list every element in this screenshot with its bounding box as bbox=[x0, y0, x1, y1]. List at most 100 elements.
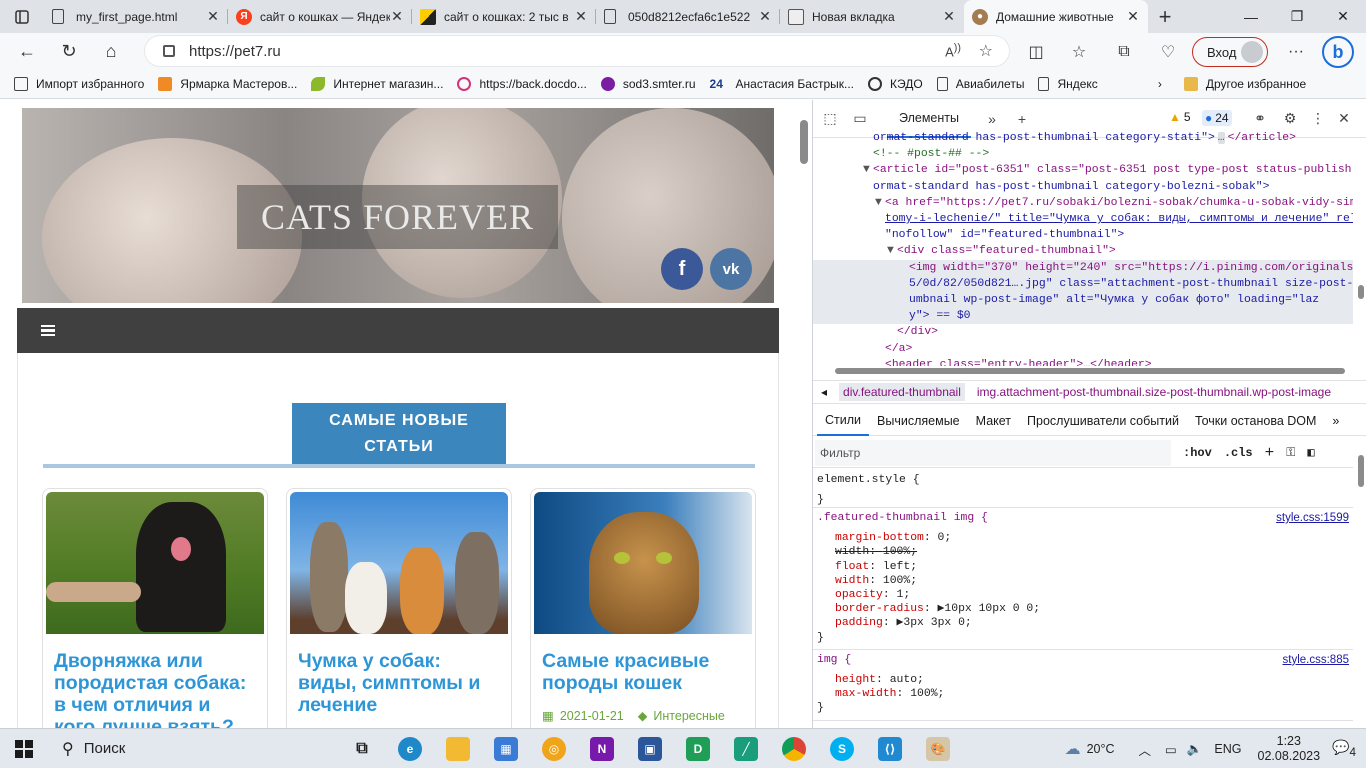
article-card[interactable]: Самые красивые породы кошек ▦ 2021-01-21… bbox=[530, 488, 756, 728]
windows-start-icon[interactable] bbox=[0, 729, 48, 769]
file-explorer-icon[interactable] bbox=[434, 729, 482, 769]
browser-tab[interactable]: my_first_page.html ✕ bbox=[44, 0, 228, 33]
expand-triangle-icon[interactable]: ▼ bbox=[887, 243, 894, 259]
taskbar-search[interactable]: ⚲ Поиск bbox=[48, 729, 338, 769]
home-icon[interactable]: ⌂ bbox=[90, 33, 132, 70]
dom-scrollbar[interactable] bbox=[1355, 140, 1366, 366]
dom-line[interactable]: ▼ <a href="https://pet7.ru/sobaki/bolezni… bbox=[813, 195, 1353, 211]
url-text[interactable]: https://pet7.ru bbox=[189, 43, 281, 60]
bing-copilot-icon[interactable]: b bbox=[1322, 36, 1354, 68]
scrollbar-thumb[interactable] bbox=[800, 120, 808, 164]
bookmark-item[interactable]: КЭДО bbox=[868, 77, 923, 91]
chevron-up-icon[interactable]: ︿ bbox=[1139, 740, 1152, 759]
close-tab-icon[interactable]: ✕ bbox=[390, 8, 404, 25]
css-selector[interactable]: img { bbox=[817, 653, 1349, 667]
article-title[interactable]: Самые красивые породы кошек bbox=[534, 634, 752, 694]
back-icon[interactable]: ← bbox=[6, 33, 48, 70]
new-tab-button[interactable]: + bbox=[1148, 0, 1182, 33]
tab-actions-icon[interactable] bbox=[0, 0, 44, 33]
close-tab-icon[interactable]: ✕ bbox=[942, 8, 956, 25]
article-thumbnail[interactable] bbox=[290, 492, 508, 634]
css-property[interactable]: max-width: 100%; bbox=[817, 687, 1349, 701]
article-card[interactable]: Дворняжка или породистая собака: в чем о… bbox=[42, 488, 268, 728]
task-view-icon[interactable]: ⧉ bbox=[338, 729, 386, 769]
scrollbar-thumb[interactable] bbox=[835, 368, 1345, 374]
dom-line-selected[interactable]: 5/0d/82/050d821….jpg" class="attachment-… bbox=[813, 275, 1353, 293]
hov-toggle[interactable]: :hov bbox=[1183, 446, 1212, 460]
breadcrumb-item[interactable]: div.featured-thumbnail bbox=[839, 383, 965, 401]
dom-line[interactable]: <header class="entry-header">…</header> bbox=[813, 357, 1353, 366]
cls-toggle[interactable]: .cls bbox=[1224, 446, 1253, 460]
filter-input[interactable]: Фильтр bbox=[815, 439, 1171, 466]
css-property[interactable]: margin-bottom: 0; bbox=[817, 531, 1349, 545]
dom-line[interactable]: ormat-standard has-post-thumbnail catego… bbox=[813, 179, 1353, 195]
dom-line-selected[interactable]: <img width="370" height="240" src="https… bbox=[813, 259, 1353, 276]
css-rule[interactable]: img { style.css:885 height: auto; max-wi… bbox=[813, 650, 1353, 721]
tab-event-listeners[interactable]: Прослушиватели событий bbox=[1019, 406, 1187, 436]
language-indicator[interactable]: ENG bbox=[1214, 742, 1241, 756]
scrollbar-thumb[interactable] bbox=[1358, 455, 1364, 487]
css-rule[interactable]: element.style { } bbox=[813, 470, 1353, 508]
skype-icon[interactable]: S bbox=[818, 729, 866, 769]
dom-line[interactable]: </a> bbox=[813, 341, 1353, 357]
read-aloud-icon[interactable]: A)) bbox=[945, 42, 961, 59]
css-source-link[interactable]: style.css:1599 bbox=[1276, 511, 1349, 525]
vk-icon[interactable]: vk bbox=[710, 248, 752, 290]
minimize-icon[interactable]: — bbox=[1228, 0, 1274, 33]
browser-tab-active[interactable]: ● Домашние животные ✕ bbox=[964, 0, 1148, 33]
css-property[interactable]: height: auto; bbox=[817, 673, 1349, 687]
lock-icon[interactable] bbox=[163, 45, 175, 57]
expand-triangle-icon[interactable]: ▼ bbox=[863, 162, 870, 178]
css-property[interactable]: border-radius: ▶10px 10px 0 0; bbox=[817, 602, 1349, 616]
article-title[interactable]: Дворняжка или породистая собака: в чем о… bbox=[46, 634, 264, 728]
dom-line[interactable]: tomy-i-lechenie/" title="Чумка у собак: … bbox=[813, 211, 1353, 227]
breadcrumb-item[interactable]: img.attachment-post-thumbnail.size-post-… bbox=[977, 385, 1331, 399]
close-tab-icon[interactable]: ✕ bbox=[574, 8, 588, 25]
article-thumbnail[interactable] bbox=[46, 492, 264, 634]
dom-line[interactable]: ▼ <article id="post-6351" class="post-635… bbox=[813, 162, 1353, 178]
tab-computed[interactable]: Вычисляемые bbox=[869, 406, 968, 436]
chrome-icon[interactable] bbox=[770, 729, 818, 769]
css-property[interactable]: width: 100%; bbox=[817, 574, 1349, 588]
warnings-badge[interactable]: ▲ 5 bbox=[1169, 110, 1191, 124]
close-tab-icon[interactable]: ✕ bbox=[1126, 8, 1140, 25]
site-title[interactable]: CATS FOREVER bbox=[237, 185, 558, 249]
store-icon[interactable]: ▦ bbox=[482, 729, 530, 769]
bookmark-item[interactable]: Интернет магазин... bbox=[311, 77, 443, 91]
vscode-icon[interactable]: ⟨⟩ bbox=[866, 729, 914, 769]
sign-in-button[interactable]: Вход bbox=[1192, 37, 1268, 67]
new-rule-icon[interactable]: + bbox=[1265, 444, 1275, 462]
element-state-icon[interactable]: ⚿ bbox=[1286, 446, 1295, 460]
yandex-browser-icon[interactable]: ◎ bbox=[530, 729, 578, 769]
close-tab-icon[interactable]: ✕ bbox=[206, 8, 220, 25]
onenote-icon[interactable]: N bbox=[578, 729, 626, 769]
weather-temp[interactable]: 20°C bbox=[1087, 742, 1115, 756]
paint-icon[interactable]: 🎨 bbox=[914, 729, 962, 769]
clock[interactable]: 1:23 02.08.2023 bbox=[1258, 734, 1321, 764]
notifications-icon[interactable]: 💬4 bbox=[1332, 739, 1356, 759]
chevron-left-icon[interactable]: ◂ bbox=[821, 385, 827, 399]
address-bar[interactable]: https://pet7.ru A)) ☆ bbox=[145, 36, 1009, 66]
bookmark-item[interactable]: Яндекс bbox=[1038, 77, 1098, 91]
article-thumbnail[interactable] bbox=[534, 492, 752, 634]
css-rule[interactable]: .featured-thumbnail img { style.css:1599… bbox=[813, 508, 1353, 650]
css-property-overridden[interactable]: width: 100%; bbox=[817, 545, 1349, 559]
close-tab-icon[interactable]: ✕ bbox=[758, 8, 772, 25]
weather-icon[interactable]: ☁ bbox=[1065, 739, 1081, 759]
restore-icon[interactable]: ❐ bbox=[1274, 0, 1320, 33]
article-title[interactable]: Чумка у собак: виды, симптомы и лечение bbox=[290, 634, 508, 716]
page-scrollbar[interactable] bbox=[796, 100, 812, 728]
bookmark-item[interactable]: 24 Анастасия Бастрык... bbox=[710, 77, 854, 91]
bookmark-item[interactable]: Ярмарка Мастеров... bbox=[158, 77, 297, 91]
dom-line-selected[interactable]: y"> == $0 bbox=[813, 308, 1353, 325]
favorites-icon[interactable]: ☆ bbox=[1062, 37, 1096, 67]
more-tabs-icon[interactable]: » bbox=[1324, 406, 1347, 436]
dom-line[interactable]: ormat-standard has-post-thumbnail catego… bbox=[813, 130, 1353, 146]
dom-line-selected[interactable]: umbnail wp-post-image" alt="Чумка у соба… bbox=[813, 292, 1353, 309]
browser-tab[interactable]: Новая вкладка ✕ bbox=[780, 0, 964, 33]
performance-icon[interactable]: ♡ bbox=[1151, 37, 1185, 67]
dom-h-scrollbar[interactable] bbox=[821, 366, 1351, 376]
dom-line[interactable]: </div> bbox=[813, 324, 1353, 340]
dom-line[interactable]: <!-- #post-## --> bbox=[813, 146, 1353, 162]
messages-badge[interactable]: ● 24 bbox=[1202, 110, 1232, 126]
